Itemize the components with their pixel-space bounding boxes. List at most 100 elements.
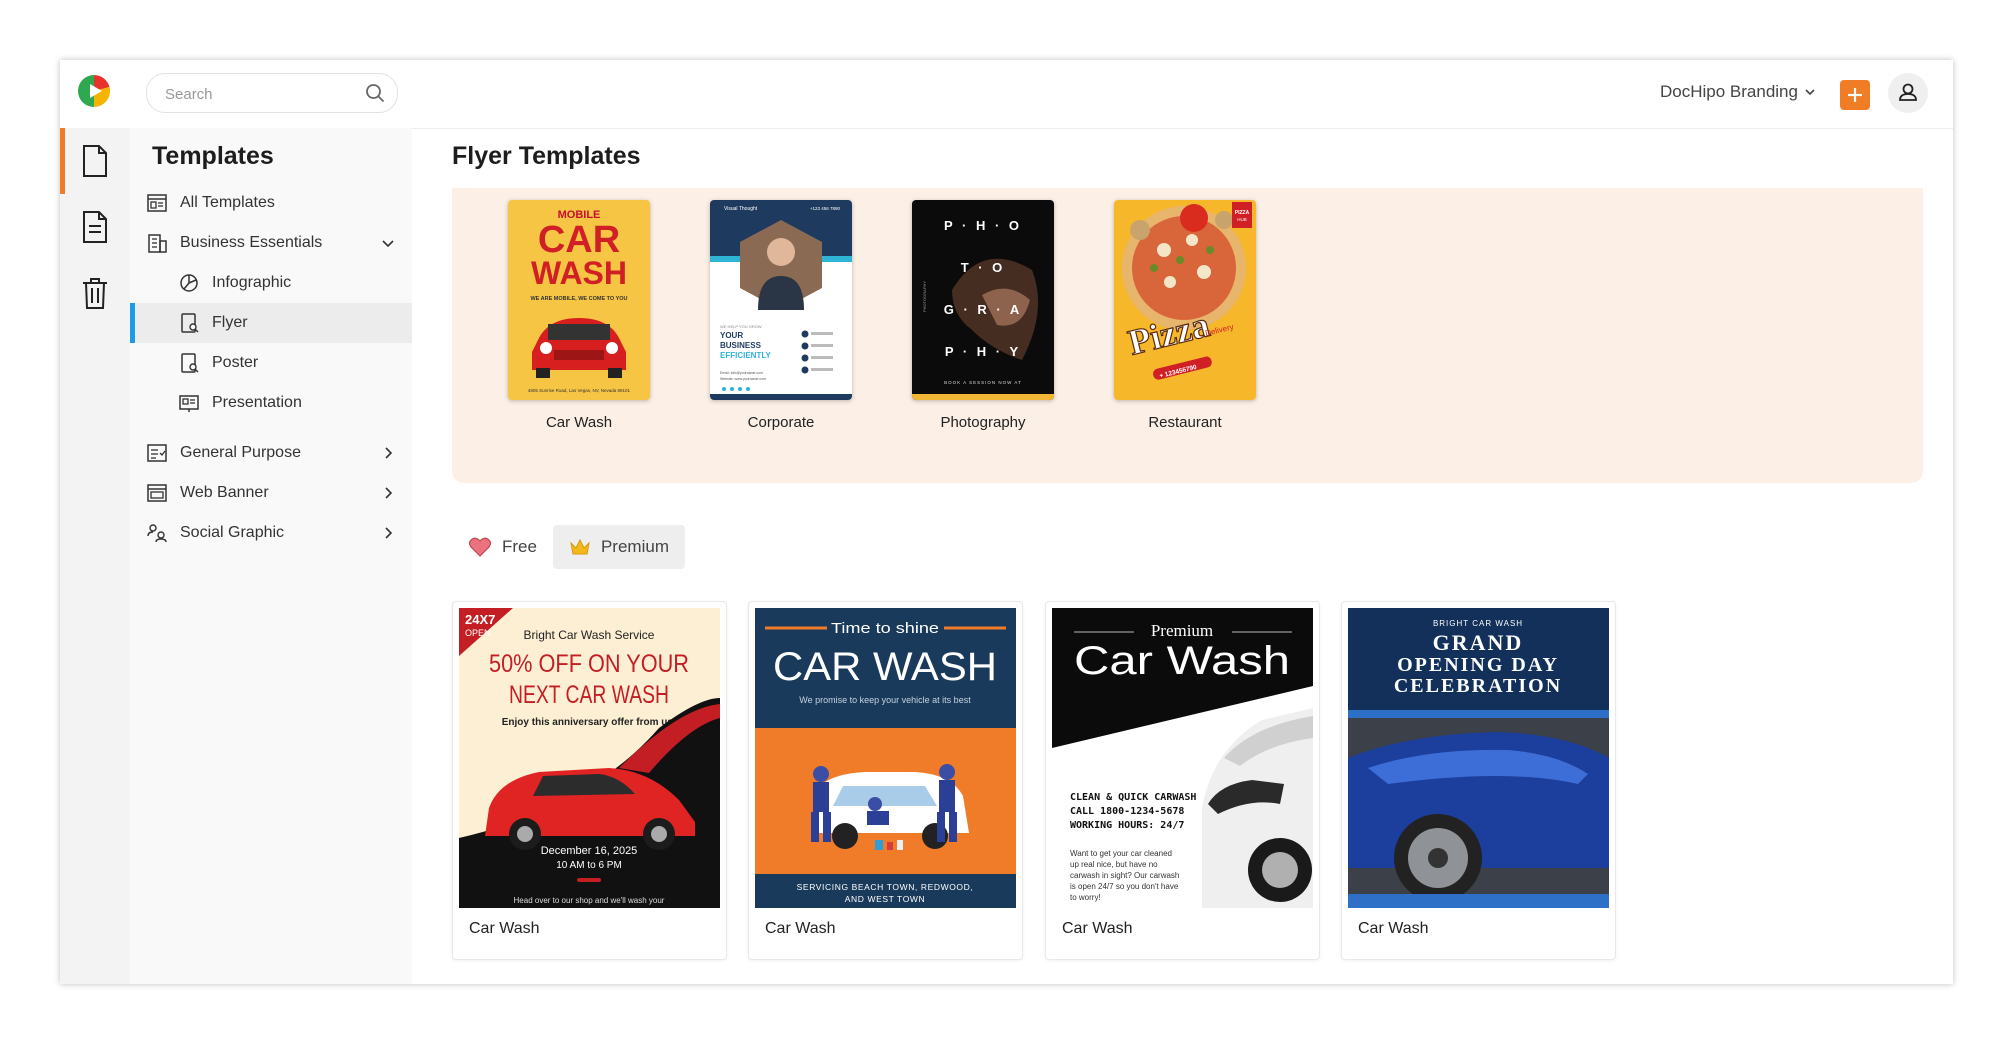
template-art: Premium Car Wash CLEAN & QUICK CARWASH C… [1052,608,1313,908]
template-card-label: Car Wash [469,920,540,937]
template-text: CALL 1800-1234-5678 [1070,806,1184,817]
template-text: AND WEST TOWN [845,894,926,904]
branding-label: DocHipo Branding [1660,82,1798,101]
chevron-right-icon [385,447,393,459]
template-text: GRAND [1433,630,1524,655]
chevron-right-icon [385,487,393,499]
template-preview: BRIGHT CAR WASH GRAND OPENING DAY CELEBR… [1348,608,1609,908]
template-text: Want to get your car cleaned [1070,849,1172,858]
template-text: Enjoy this anniversary offer from us! [502,717,677,728]
heart-icon [468,537,492,557]
category-label: Photography [940,414,1026,431]
template-preview: Premium Car Wash CLEAN & QUICK CARWASH C… [1052,608,1313,908]
template-preview: 24X7 OPEN Bright Car Wash Service 50% OF… [459,608,720,908]
social-graphic-icon [147,524,167,543]
template-card[interactable]: Time to shine CAR WASH We promise to kee… [748,601,1023,960]
price-filter: Free Premium [452,525,685,569]
search-input[interactable] [163,83,347,105]
branding-dropdown[interactable]: DocHipo Branding [1660,82,1816,102]
add-button[interactable] [1840,80,1870,110]
restaurant-thumb-art: PIZZA HUB Pizza Delivery + 123456790 [1114,200,1256,400]
template-text: 10 AM to 6 PM [556,860,622,871]
template-art: BRIGHT CAR WASH GRAND OPENING DAY CELEBR… [1348,608,1609,908]
template-text: OPEN [465,628,491,638]
template-text: BRIGHT CAR WASH [1433,619,1523,628]
template-card[interactable]: 24X7 OPEN Bright Car Wash Service 50% OF… [452,601,727,960]
category-corporate[interactable]: Visual Thought +123 456 7890 WE HELP YOU… [710,200,852,431]
template-card-label: Car Wash [1358,920,1429,937]
category-photography[interactable]: P · H · O T · O G · R · A P · H · Y PHOT… [912,200,1054,431]
sidebar-item-label: All Templates [180,194,275,211]
sidebar-item-web-banner[interactable]: Web Banner [130,473,412,513]
template-text: Time to shine [831,620,939,637]
sidebar-item-label: Social Graphic [180,524,285,541]
infographic-icon [180,274,198,292]
thumb-text: +123 456 7890 [810,206,841,211]
page-icon [83,211,107,243]
template-card[interactable]: BRIGHT CAR WASH GRAND OPENING DAY CELEBR… [1341,601,1616,960]
sidebar-item-label: Poster [212,354,259,371]
thumb-text: G · R · A [944,302,1023,317]
chevron-down-icon [382,240,394,248]
photography-thumb-art: P · H · O T · O G · R · A P · H · Y PHOT… [912,200,1054,400]
filter-premium[interactable]: Premium [552,525,685,569]
left-rail [60,128,130,984]
sidebar-item-label: Infographic [212,274,292,291]
category-thumbnail: MOBILE CAR WASH WE ARE MOBILE, WE COME T… [508,200,650,400]
category-label: Corporate [747,414,815,431]
logo-icon[interactable] [76,73,112,109]
template-text: SERVICING BEACH TOWN, REDWOOD, [797,882,974,892]
top-bar: DocHipo Branding [60,60,1953,129]
category-thumbnail: Visual Thought +123 456 7890 WE HELP YOU… [710,200,852,400]
template-text: Premium [1151,621,1213,640]
template-text: 50% OFF ON YOUR [489,650,689,678]
template-text: Bright Car Wash Service [524,628,655,642]
search-icon[interactable] [365,83,385,103]
template-text: to worry! [1070,893,1101,902]
sidebar-item-label: General Purpose [180,444,301,461]
template-text: CELEBRATION [1394,675,1562,697]
sidebar-item-social-graphic[interactable]: Social Graphic [130,513,412,553]
all-templates-icon [147,194,167,212]
thumb-text: WE HELP YOU GROW [720,324,762,329]
rail-templates[interactable] [60,128,130,194]
corporate-thumb-art: Visual Thought +123 456 7890 WE HELP YOU… [710,200,852,400]
main-content: Flyer Templates MOBILE CAR WASH WE ARE M… [412,128,1953,984]
trash-icon [83,278,107,309]
sidebar-item-label: Presentation [212,394,302,411]
template-card[interactable]: Premium Car Wash CLEAN & QUICK CARWASH C… [1045,601,1320,960]
thumb-text: HUB [1237,217,1247,222]
sidebar-item-label: Business Essentials [180,234,323,251]
sidebar-item-flyer[interactable]: Flyer [130,303,412,343]
thumb-text: PIZZA [1235,210,1250,216]
rail-trash[interactable] [60,260,130,326]
poster-icon [181,353,199,373]
category-thumbnail: P · H · O T · O G · R · A P · H · Y PHOT… [912,200,1054,400]
rail-my-designs[interactable] [60,194,130,260]
sidebar-item-all-templates[interactable]: All Templates [130,183,412,223]
template-text: CLEAN & QUICK CARWASH [1070,792,1196,803]
chevron-down-icon [1805,89,1815,96]
category-car-wash[interactable]: MOBILE CAR WASH WE ARE MOBILE, WE COME T… [508,200,650,431]
user-avatar-button[interactable] [1888,73,1928,113]
template-text: is open 24/7 so you don't have [1070,882,1179,891]
template-text: December 16, 2025 [541,845,638,857]
filter-free[interactable]: Free [452,525,553,569]
document-icon [83,145,107,177]
plus-icon [1848,88,1862,102]
category-label: Car Wash [545,414,613,431]
thumb-text: WE ARE MOBILE, WE COME TO YOU [530,296,627,302]
thumb-text: EFFICIENTLY [720,351,771,360]
template-card-label: Car Wash [765,920,836,937]
sidebar-item-presentation[interactable]: Presentation [130,383,412,423]
template-text: Car Wash [1074,639,1290,683]
sidebar-title: Templates [152,142,274,170]
thumb-text: WASH [531,255,627,291]
thumb-text: YOUR [720,331,743,340]
template-art: 24X7 OPEN Bright Car Wash Service 50% OF… [459,608,720,908]
sidebar-item-business-essentials[interactable]: Business Essentials [130,223,412,263]
sidebar-item-general-purpose[interactable]: General Purpose [130,433,412,473]
category-restaurant[interactable]: PIZZA HUB Pizza Delivery + 123456790 Res… [1114,200,1256,431]
sidebar-item-infographic[interactable]: Infographic [130,263,412,303]
sidebar-item-poster[interactable]: Poster [130,343,412,383]
